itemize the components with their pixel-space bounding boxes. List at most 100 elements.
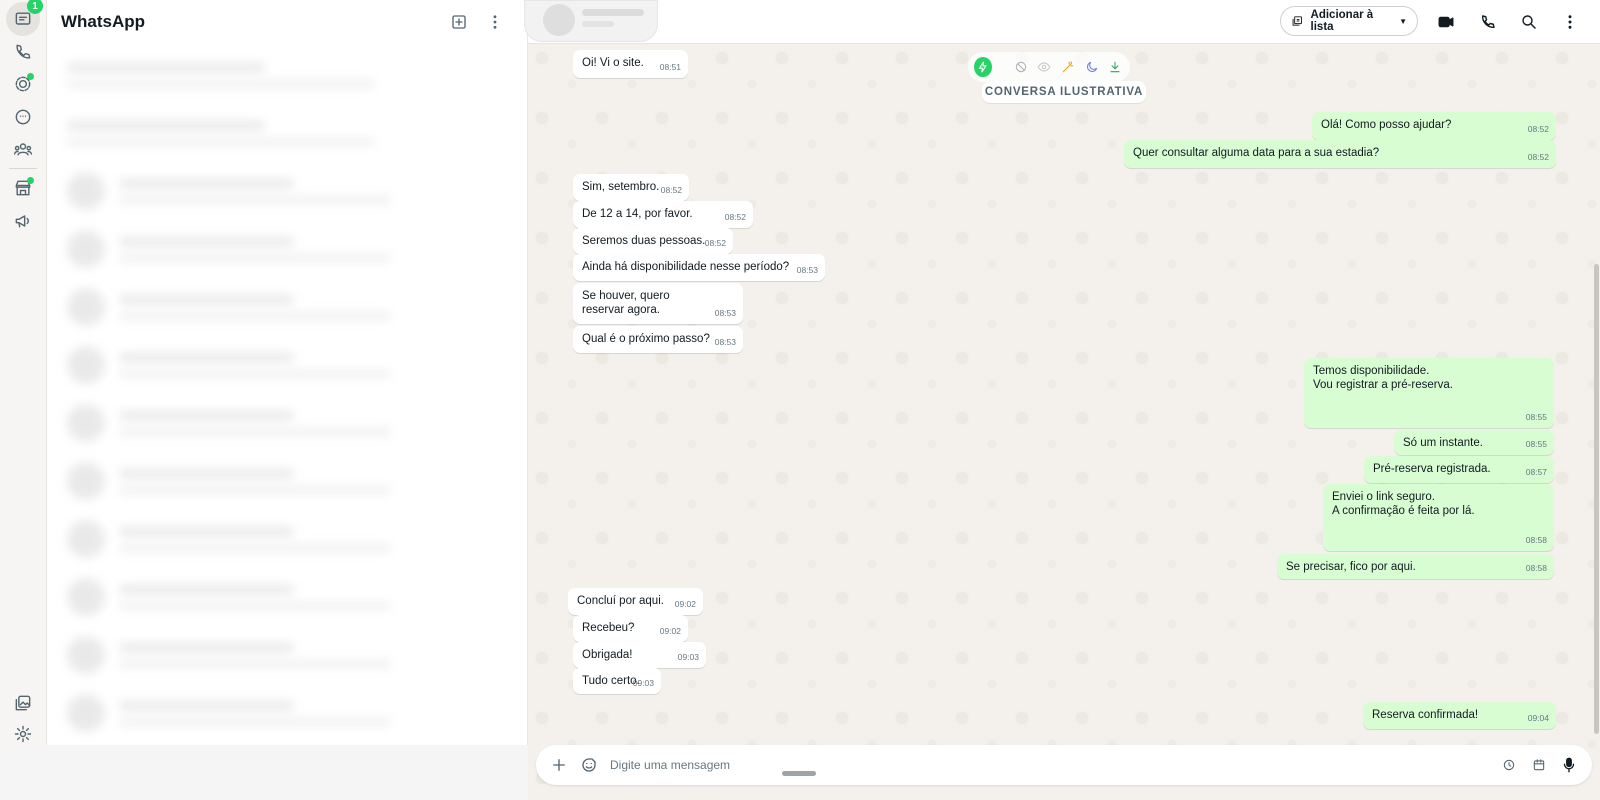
- conversation-pane: Adicionar à lista ▼ CONVERSA ILUSTRATIVA…: [524, 0, 1600, 800]
- chat-scrollbar[interactable]: [1594, 264, 1599, 734]
- message-time: 09:03: [677, 652, 699, 662]
- conversation-header: Adicionar à lista ▼: [524, 0, 1600, 44]
- calendar-button[interactable]: [1524, 750, 1554, 780]
- toolbar-view-button[interactable]: [1035, 57, 1053, 77]
- list-item: [47, 568, 527, 626]
- tools-dot: [27, 177, 34, 184]
- message-bubble[interactable]: Oi! Vi o site. 08:51: [573, 50, 688, 78]
- message-text: Temos disponibilidade. Vou registrar a p…: [1313, 365, 1453, 391]
- chat-list-header: WhatsApp: [47, 0, 527, 44]
- kebab-menu-icon: [1568, 15, 1572, 29]
- list-item: [47, 104, 527, 162]
- message-bubble[interactable]: Recebeu? 09:02: [573, 615, 688, 642]
- contact-name-placeholder: [582, 9, 644, 16]
- list-item: [47, 452, 527, 510]
- new-chat-button[interactable]: [441, 4, 477, 40]
- message-input[interactable]: [604, 758, 1494, 772]
- message-time: 09:02: [674, 599, 696, 609]
- list-item: [47, 626, 527, 684]
- rail-chats-button[interactable]: 1: [6, 0, 43, 36]
- contact-subtitle-placeholder: [582, 21, 614, 27]
- message-time: 08:52: [1527, 124, 1549, 134]
- message-bubble[interactable]: Temos disponibilidade. Vou registrar a p…: [1304, 358, 1554, 428]
- left-bottom-strip: [0, 745, 528, 800]
- message-text: Oi! Vi o site.: [582, 57, 644, 69]
- blurred-chat-list: [47, 46, 527, 745]
- message-bubble[interactable]: Seremos duas pessoas. 08:52: [573, 228, 733, 254]
- rail-separator: [9, 168, 37, 169]
- toolbar-hide-button[interactable]: [1012, 57, 1030, 77]
- message-time: 08:52: [724, 212, 746, 222]
- rail-media-button[interactable]: [11, 691, 35, 715]
- moon-icon: [1086, 61, 1097, 72]
- message-text: Seremos duas pessoas.: [582, 235, 706, 247]
- rail-communities-button[interactable]: [11, 137, 35, 161]
- list-item: [47, 162, 527, 220]
- rail-settings-button[interactable]: [11, 722, 35, 746]
- sticker-button[interactable]: [574, 750, 604, 780]
- message-bubble[interactable]: Sim, setembro. 08:52: [573, 174, 689, 201]
- sticker-icon: [582, 758, 596, 772]
- message-text: Qual é o próximo passo?: [582, 333, 710, 345]
- chat-menu-button[interactable]: [1556, 8, 1584, 36]
- avatar: [543, 4, 575, 36]
- gear-icon: [14, 725, 32, 743]
- rail-ads-button[interactable]: [11, 209, 35, 233]
- download-icon: [1110, 61, 1120, 73]
- rail-calls-button[interactable]: [11, 40, 35, 64]
- message-bubble[interactable]: Obrigada! 09:03: [573, 642, 706, 668]
- message-bubble[interactable]: Olá! Como posso ajudar? 08:52: [1312, 112, 1556, 140]
- message-bubble[interactable]: Ainda há disponibilidade nesse período? 0…: [573, 254, 825, 281]
- navigation-rail: 1: [0, 0, 47, 745]
- message-bubble[interactable]: De 12 a 14, por favor. 08:52: [573, 201, 753, 228]
- list-item: [47, 336, 527, 394]
- contact-info-button[interactable]: [524, 0, 658, 42]
- message-bubble[interactable]: Concluí por aqui. 09:02: [568, 588, 703, 615]
- eye-icon: [1037, 62, 1051, 72]
- chevron-down-icon: ▼: [1399, 16, 1407, 26]
- message-text: Obrigada!: [582, 649, 633, 661]
- floating-toolbar: [968, 52, 1130, 82]
- rail-channels-button[interactable]: [11, 105, 35, 129]
- list-item: [47, 220, 527, 278]
- message-bubble[interactable]: Reserva confirmada! 09:04: [1363, 702, 1556, 729]
- toolbar-download-button[interactable]: [1106, 57, 1124, 77]
- message-time: 08:53: [796, 265, 818, 275]
- message-text: Concluí por aqui.: [577, 595, 664, 607]
- message-bubble[interactable]: Se precisar, fico por aqui. 08:58: [1277, 554, 1554, 579]
- schedule-button[interactable]: [1494, 750, 1524, 780]
- message-bubble[interactable]: Se houver, quero reservar agora. 08:53: [573, 283, 743, 324]
- resize-handle[interactable]: [782, 771, 816, 776]
- toolbar-refresh-button[interactable]: [1083, 57, 1101, 77]
- communities-icon: [13, 143, 33, 156]
- message-bubble[interactable]: Só um instante. 08:55: [1394, 430, 1554, 455]
- attach-button[interactable]: [544, 750, 574, 780]
- message-text: Recebeu?: [582, 622, 635, 634]
- message-time: 09:02: [659, 626, 681, 636]
- list-menu-button[interactable]: [477, 4, 513, 40]
- message-text: Tudo certo.: [582, 675, 640, 687]
- gallery-icon: [15, 695, 31, 711]
- rail-status-button[interactable]: [11, 72, 35, 96]
- message-text: Só um instante.: [1403, 437, 1483, 449]
- add-to-list-button[interactable]: Adicionar à lista ▼: [1280, 6, 1418, 36]
- voice-call-button[interactable]: [1474, 8, 1502, 36]
- microphone-icon: [1563, 757, 1575, 773]
- message-time: 08:53: [714, 337, 736, 347]
- message-bubble[interactable]: Quer consultar alguma data para a sua es…: [1124, 140, 1556, 168]
- message-bubble[interactable]: Tudo certo. 09:03: [573, 668, 661, 694]
- illustrative-notice: CONVERSA ILUSTRATIVA: [982, 81, 1146, 103]
- message-time: 08:53: [714, 308, 736, 318]
- chat-list-panel: WhatsApp: [47, 0, 528, 745]
- search-button[interactable]: [1515, 8, 1543, 36]
- toolbar-main-button[interactable]: [974, 57, 992, 77]
- message-bubble[interactable]: Pré-reserva registrada. 08:57: [1364, 456, 1554, 483]
- toolbar-magic-button[interactable]: [1059, 57, 1077, 77]
- video-call-button[interactable]: [1432, 8, 1460, 36]
- message-bubble[interactable]: Enviei o link seguro. A confirmação é fe…: [1323, 484, 1554, 551]
- message-bubble[interactable]: Qual é o próximo passo? 08:53: [573, 326, 743, 353]
- message-text: De 12 a 14, por favor.: [582, 208, 693, 220]
- message-time: 08:51: [659, 62, 681, 72]
- rail-tools-button[interactable]: [11, 176, 35, 200]
- voice-message-button[interactable]: [1554, 750, 1584, 780]
